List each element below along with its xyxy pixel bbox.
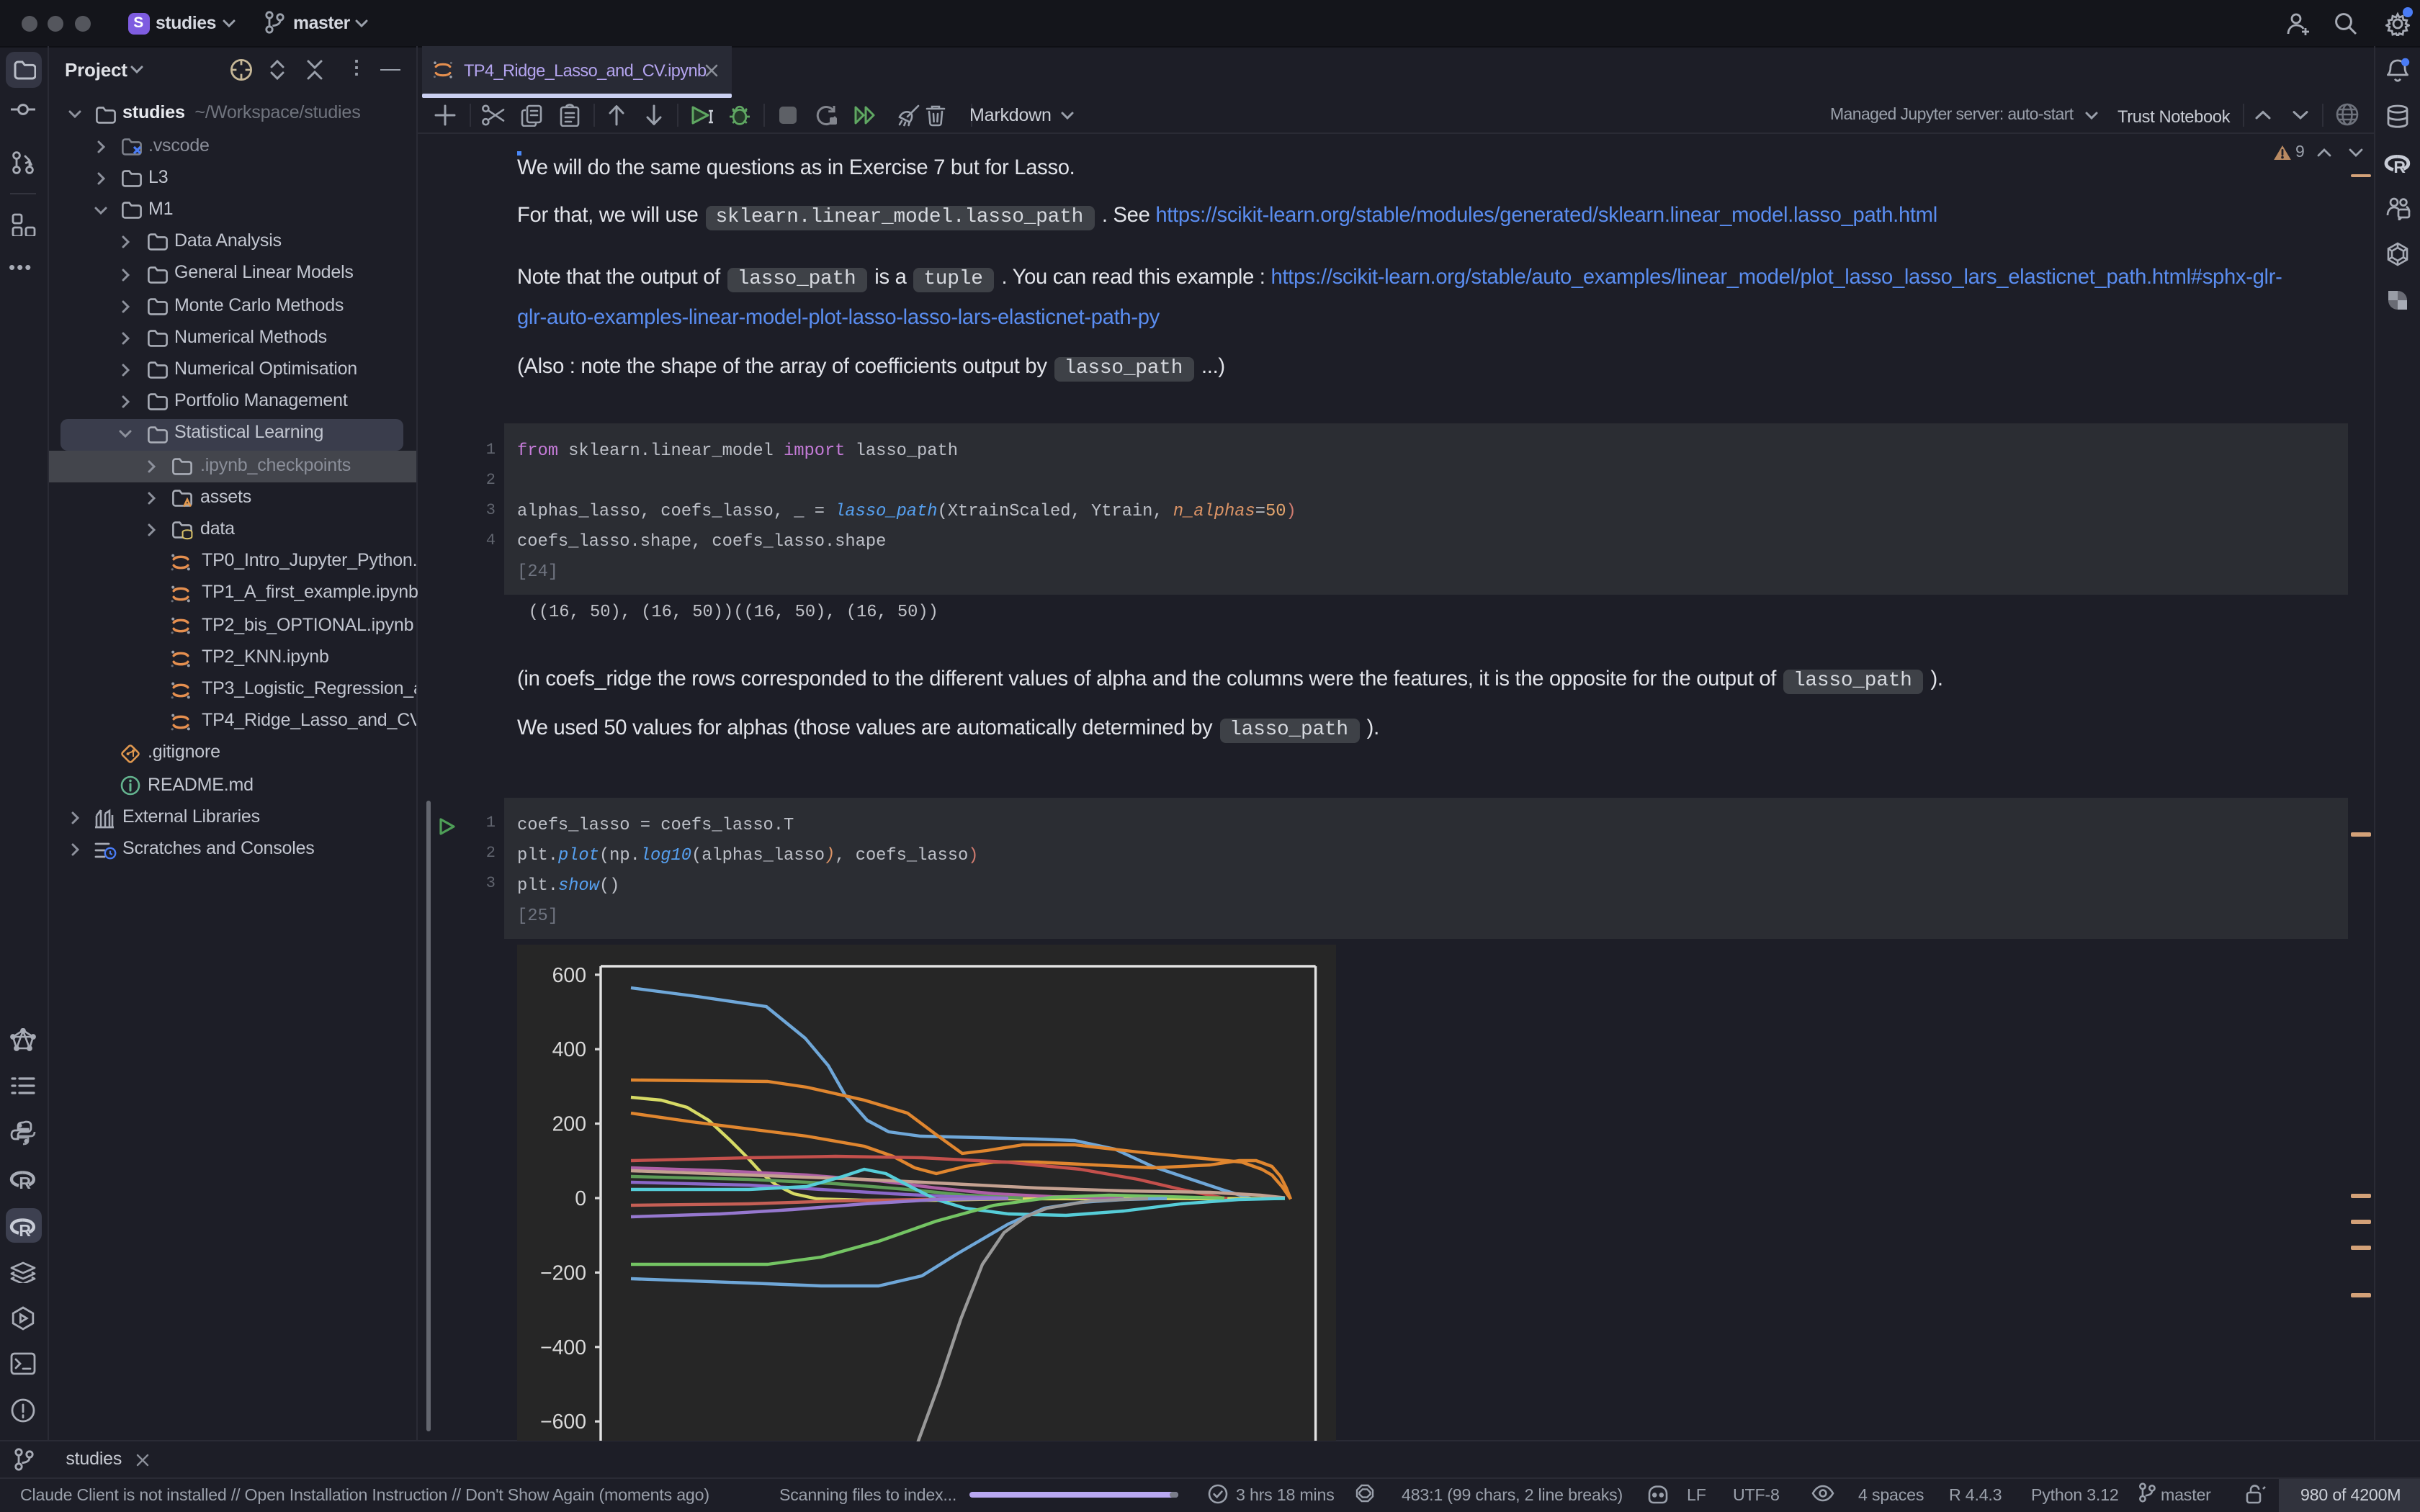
svg-text:200: 200 (552, 1113, 586, 1136)
svg-text:0: 0 (575, 1187, 586, 1210)
svg-text:R: R (19, 1174, 31, 1191)
svg-text:−600: −600 (540, 1410, 586, 1434)
svg-text:R: R (19, 1221, 31, 1238)
svg-text:−400: −400 (540, 1336, 586, 1359)
svg-text:−200: −200 (540, 1261, 586, 1284)
svg-text:600: 600 (552, 964, 586, 987)
svg-text:R: R (2393, 158, 2405, 176)
svg-text:400: 400 (552, 1038, 586, 1061)
